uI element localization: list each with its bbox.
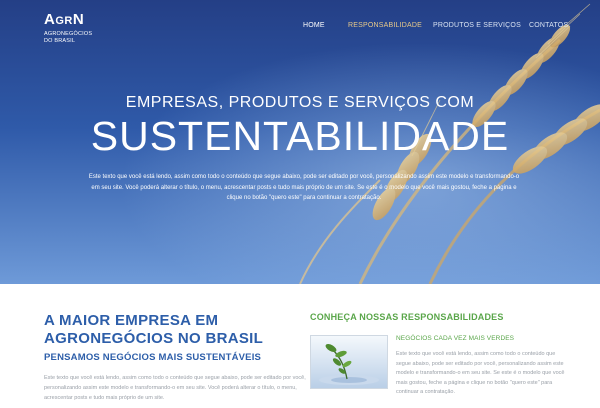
hero-title-line1: EMPRESAS, PRODUTOS E SERVIÇOS COM — [125, 94, 475, 111]
nav-item-produtos-servicos[interactable]: PRODUTOS E SERVIÇOS — [433, 22, 521, 29]
main-subheading: PENSAMOS NEGÓCIOS MAIS SUSTENTÁVEIS — [44, 352, 262, 363]
main-paragraph: Este texto que você está lendo, assim co… — [44, 375, 306, 401]
logo-subtitle-line1: AGRONEGÓCIOS — [44, 31, 93, 37]
responsibilities-heading: CONHEÇA NOSSAS RESPONSABILIDADES — [310, 312, 504, 322]
nav-item-responsabilidade[interactable]: RESPONSABILIDADE — [348, 22, 422, 29]
content-section: A MAIOR EMPRESA EM AGRONEGÓCIOS NO BRASI… — [0, 284, 600, 408]
responsibilities-paragraph: Este texto que você está lendo, assim co… — [396, 351, 565, 395]
logo-subtitle-line2: DO BRASIL — [44, 38, 76, 44]
nav-item-home[interactable]: HOME — [303, 22, 325, 29]
green-business-thumbnail[interactable] — [310, 335, 388, 389]
green-business-subheading: NEGÓCIOS CADA VEZ MAIS VERDES — [396, 335, 515, 342]
main-heading: A MAIOR EMPRESA EM AGRONEGÓCIOS NO BRASI… — [44, 312, 264, 347]
hero-banner: AGRN AGRONEGÓCIOS DO BRASIL HOME RESPONS… — [0, 0, 600, 284]
hero-description: Este texto que você está lendo, assim co… — [88, 174, 520, 201]
main-nav: HOME RESPONSABILIDADE PRODUTOS E SERVIÇO… — [0, 22, 600, 32]
nav-item-contatos[interactable]: CONTATOS — [529, 22, 568, 29]
plant-water-image — [311, 336, 387, 388]
hero-title-line2: SUSTENTABILIDADE — [90, 113, 510, 159]
